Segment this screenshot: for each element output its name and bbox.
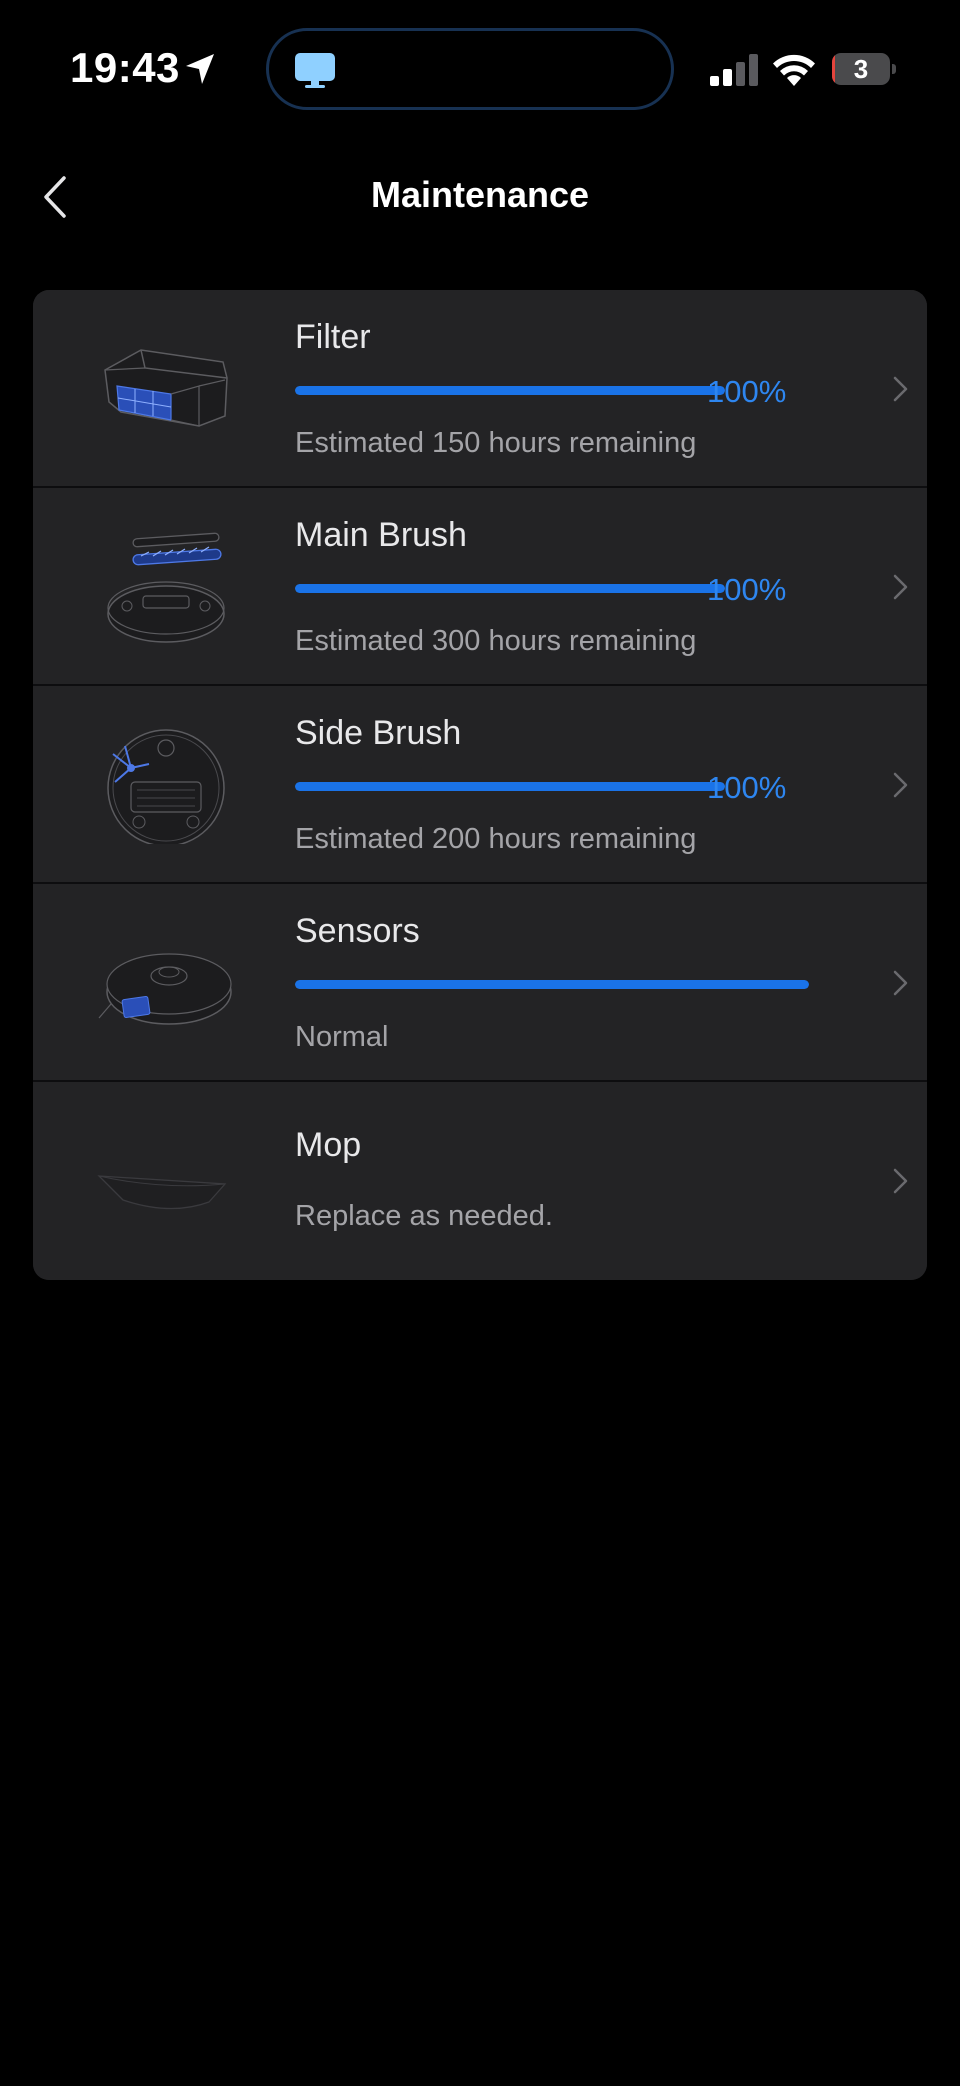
progress-fill	[295, 782, 725, 791]
item-title: Main Brush	[295, 516, 467, 554]
progress-bar	[295, 782, 725, 791]
dynamic-island[interactable]	[266, 28, 674, 110]
item-subtitle: Replace as needed.	[295, 1200, 553, 1232]
progress-bar	[295, 386, 725, 395]
cellular-signal-icon	[710, 54, 758, 86]
battery-body: 3	[832, 53, 890, 85]
item-title: Mop	[295, 1126, 362, 1164]
location-arrow-icon	[186, 54, 214, 84]
chevron-right-icon	[893, 376, 908, 402]
mop-image	[97, 1175, 227, 1210]
side-brush-image	[107, 729, 225, 844]
item-title: Sensors	[295, 912, 420, 950]
progress-fill	[295, 386, 725, 395]
status-bar: 19:43 3	[0, 0, 960, 140]
battery-indicator: 3	[832, 53, 896, 85]
battery-tip	[892, 64, 896, 74]
item-title: Filter	[295, 318, 371, 356]
battery-percentage: 3	[853, 54, 869, 84]
progress-bar	[295, 980, 809, 989]
screen-mirroring-icon	[295, 53, 335, 88]
status-time: 19:43	[70, 44, 180, 91]
item-subtitle: Estimated 200 hours remaining	[295, 823, 697, 855]
chevron-right-icon	[893, 772, 908, 798]
maintenance-item-side-brush[interactable]: Side Brush 100% Estimated 200 hours rema…	[33, 686, 927, 884]
chevron-right-icon	[893, 970, 908, 996]
chevron-right-icon	[893, 574, 908, 600]
item-percent: 100%	[707, 374, 787, 409]
filter-image	[104, 349, 228, 427]
item-subtitle: Estimated 150 hours remaining	[295, 427, 697, 459]
maintenance-item-filter[interactable]: Filter 100% Estimated 150 hours remainin…	[33, 290, 927, 488]
maintenance-item-main-brush[interactable]: Main Brush 100% Estimated 300 hours rema…	[33, 488, 927, 686]
maintenance-item-mop[interactable]: Mop Replace as needed.	[33, 1082, 927, 1280]
item-percent: 100%	[707, 770, 787, 805]
page-title: Maintenance	[370, 174, 590, 215]
sensors-image	[98, 953, 232, 1025]
wifi-icon	[773, 54, 815, 86]
item-percent: 100%	[707, 572, 787, 607]
item-subtitle: Estimated 300 hours remaining	[295, 625, 697, 657]
main-brush-image	[107, 532, 225, 643]
progress-fill	[295, 584, 725, 593]
empty-content-area	[0, 1290, 960, 2086]
progress-bar	[295, 584, 725, 593]
item-title: Side Brush	[295, 714, 462, 752]
chevron-right-icon	[893, 1168, 908, 1194]
maintenance-item-sensors[interactable]: Sensors Normal	[33, 884, 927, 1082]
item-subtitle: Normal	[295, 1021, 389, 1053]
navigation-header: Maintenance	[0, 150, 960, 244]
progress-fill	[295, 980, 809, 989]
maintenance-list: Filter 100% Estimated 150 hours remainin…	[33, 290, 927, 1280]
